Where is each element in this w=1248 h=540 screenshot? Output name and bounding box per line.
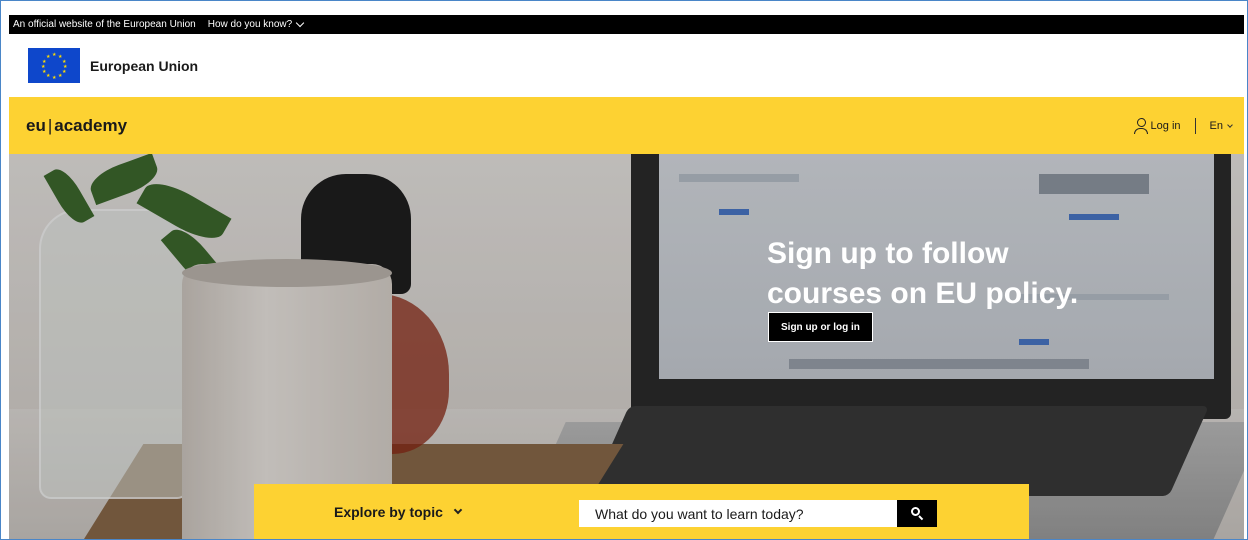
official-eu-bar: An official website of the European Unio… bbox=[9, 15, 1244, 34]
search-icon bbox=[910, 507, 924, 521]
chevron-down-icon bbox=[295, 18, 305, 28]
search-input[interactable] bbox=[579, 500, 897, 527]
search-button[interactable] bbox=[897, 500, 937, 527]
eu-flag-logo[interactable]: ★ ★ ★ ★ ★ ★ ★ ★ ★ ★ ★ ★ bbox=[28, 48, 80, 83]
hero-title: Sign up to follow courses on EU policy. bbox=[767, 234, 1147, 314]
page-frame: An official website of the European Unio… bbox=[0, 0, 1248, 540]
language-label: En bbox=[1209, 119, 1223, 132]
official-text: An official website of the European Unio… bbox=[13, 19, 196, 30]
hero-overlay bbox=[9, 154, 1244, 539]
explore-topic-label: Explore by topic bbox=[334, 504, 443, 520]
header-divider bbox=[1194, 117, 1196, 134]
hero-title-line-1: Sign up to follow bbox=[767, 237, 1009, 270]
eu-header: ★ ★ ★ ★ ★ ★ ★ ★ ★ ★ ★ ★ European Union bbox=[9, 34, 1244, 97]
user-icon bbox=[1133, 117, 1148, 134]
login-link[interactable]: Log in bbox=[1133, 117, 1181, 134]
logo-separator: | bbox=[47, 115, 53, 135]
eu-name: European Union bbox=[90, 57, 199, 74]
how-do-you-know-link[interactable]: How do you know? bbox=[207, 18, 305, 30]
language-selector[interactable]: En bbox=[1209, 119, 1233, 132]
chevron-down-icon bbox=[453, 505, 463, 515]
explore-search-bar: Explore by topic bbox=[254, 484, 1029, 539]
logo-academy: academy bbox=[54, 115, 128, 135]
logo-eu: eu bbox=[26, 115, 46, 135]
academy-header: eu | academy Log in En bbox=[9, 97, 1244, 154]
hero-title-line-2: courses on EU policy. bbox=[767, 277, 1079, 310]
chevron-down-icon bbox=[1227, 121, 1233, 128]
hero-banner: Sign up to follow courses on EU policy. … bbox=[9, 154, 1244, 539]
header-actions: Log in En bbox=[1133, 117, 1233, 134]
explore-by-topic-dropdown[interactable]: Explore by topic bbox=[334, 504, 463, 520]
sign-up-button[interactable]: Sign up or log in bbox=[768, 312, 873, 342]
eu-academy-logo[interactable]: eu | academy bbox=[26, 116, 127, 136]
how-do-you-know-label: How do you know? bbox=[207, 19, 293, 30]
login-label: Log in bbox=[1150, 119, 1181, 132]
